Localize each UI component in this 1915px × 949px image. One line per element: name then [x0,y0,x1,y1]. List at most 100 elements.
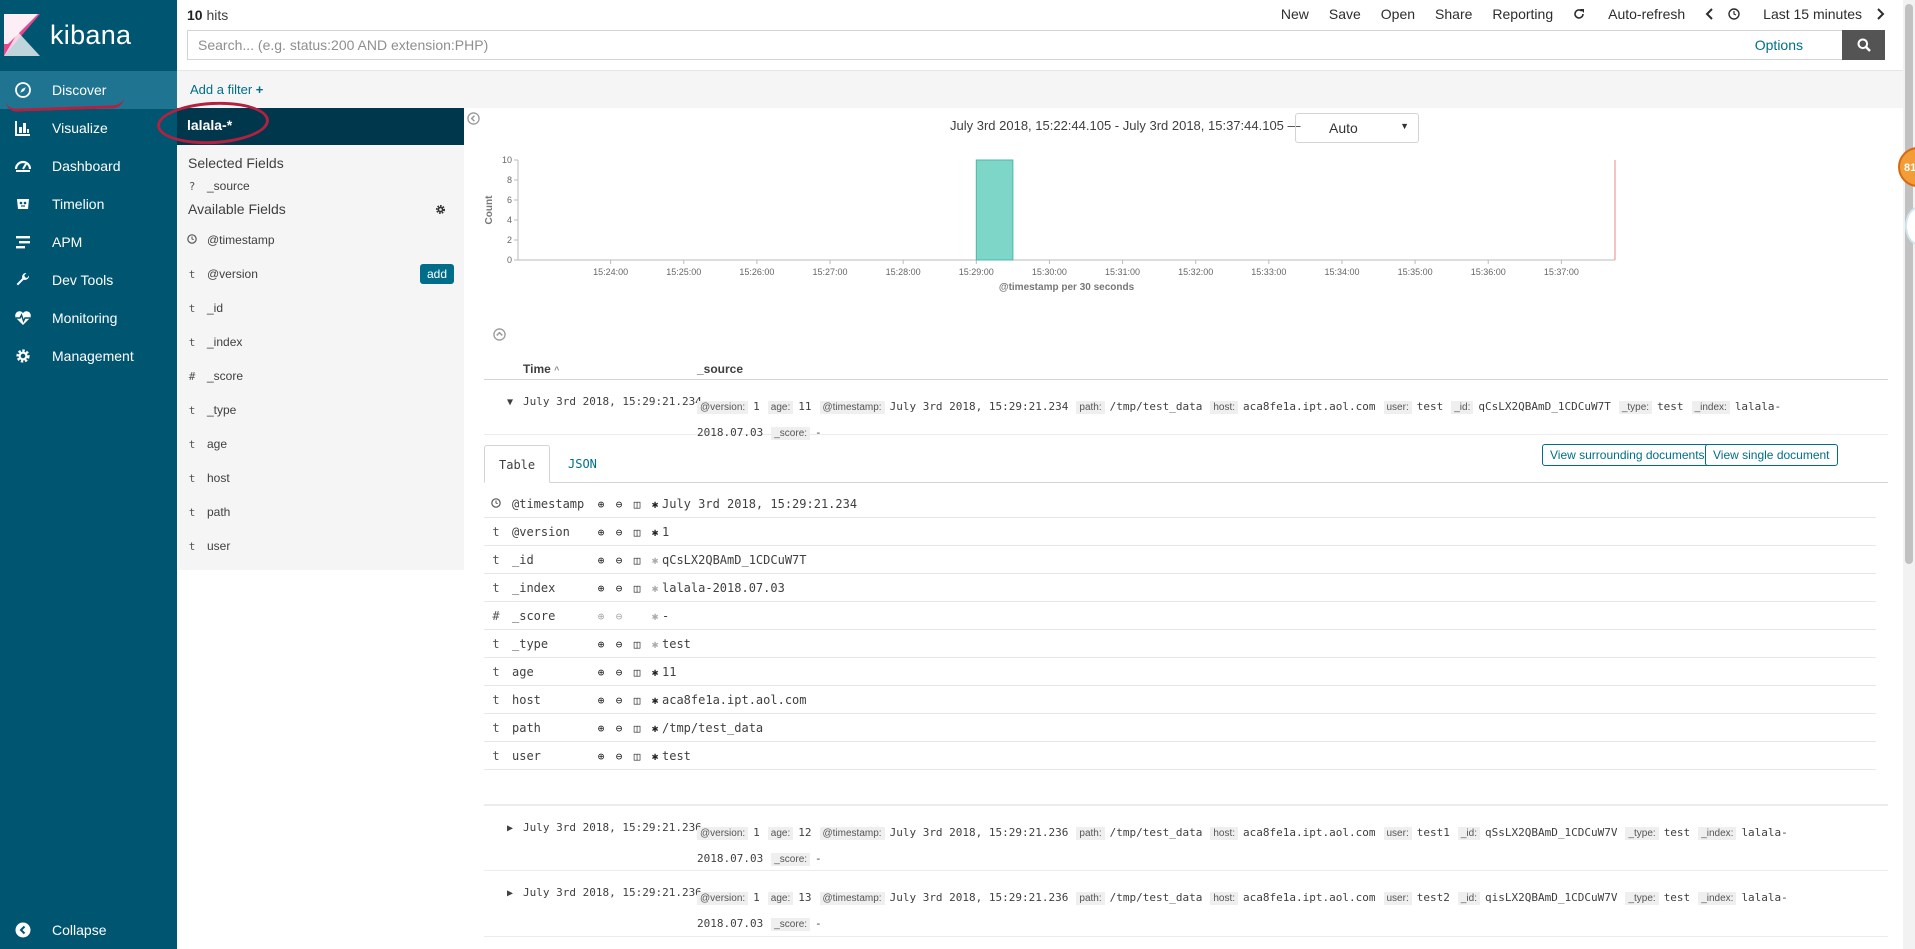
tab-table[interactable]: Table [484,445,551,483]
zoom-out-icon[interactable]: ⊖ [612,553,626,567]
zoom-in-icon[interactable]: ⊕ [594,665,608,679]
field-user[interactable]: t user [177,529,464,563]
zoom-in-icon[interactable]: ⊕ [594,749,608,763]
nav-item-management[interactable]: Management [0,337,177,375]
menu-auto-refresh[interactable]: Auto-refresh [1573,6,1685,22]
zoom-in-icon[interactable]: ⊕ [594,553,608,567]
field-age[interactable]: t age [177,427,464,461]
time-next-button[interactable] [1876,6,1885,22]
menu-open[interactable]: Open [1381,6,1415,22]
nav-item-apm[interactable]: APM [0,223,177,261]
toggle-column-icon[interactable]: ◫ [630,553,644,567]
field-type[interactable]: t _type [177,393,464,427]
nav-item-dashboard[interactable]: Dashboard [0,147,177,185]
index-pattern-selector[interactable]: lalala-* [155,99,464,147]
field-index[interactable]: t _index [177,325,464,359]
add-field-button[interactable]: add [419,264,454,284]
search-input[interactable] [187,30,1842,60]
toggle-column-icon[interactable]: ◫ [630,581,644,595]
zoom-in-icon[interactable]: ⊕ [594,497,608,511]
field-source[interactable]: ? _source [177,171,464,201]
gear-icon[interactable] [435,204,446,215]
exists-filter-icon[interactable]: ✱ [648,721,662,735]
histogram-bar[interactable] [975,159,1014,261]
view-surrounding-button[interactable]: View surrounding documents [1542,444,1713,466]
zoom-out-icon[interactable]: ⊖ [612,609,626,623]
exists-filter-icon[interactable]: ✱ [648,637,662,651]
toggle-column-icon[interactable]: ◫ [630,525,644,539]
toggle-column-icon[interactable]: ◫ [630,721,644,735]
toggle-column-icon[interactable]: ◫ [630,497,644,511]
zoom-out-icon[interactable]: ⊖ [612,637,626,651]
menu-save[interactable]: Save [1329,6,1361,22]
collapse-chart-button[interactable] [493,328,506,346]
table-row[interactable]: ▶ July 3rd 2018, 15:29:21.236 @version: 1… [484,871,1888,937]
caret-right-icon[interactable]: ▶ [507,888,513,899]
nav-item-monitoring[interactable]: Monitoring [0,299,177,337]
table-row[interactable]: ▶ July 3rd 2018, 15:29:21.236 @version: 1… [484,805,1888,871]
zoom-in-icon[interactable]: ⊕ [594,581,608,595]
time-picker[interactable]: Last 15 minutes [1728,6,1862,22]
available-fields-title: Available Fields [188,201,286,217]
toggle-column-icon[interactable]: ◫ [630,693,644,707]
table-row[interactable]: ▼ July 3rd 2018, 15:29:21.234 @version: 1… [484,380,1888,440]
exists-filter-icon[interactable]: ✱ [648,581,662,595]
zoom-out-icon[interactable]: ⊖ [612,721,626,735]
exists-filter-icon[interactable]: ✱ [648,553,662,567]
collapse-sidebar-button[interactable] [467,112,480,130]
toggle-column-icon[interactable]: ◫ [630,665,644,679]
exists-filter-icon[interactable]: ✱ [648,749,662,763]
zoom-out-icon[interactable]: ⊖ [612,497,626,511]
zoom-in-icon[interactable]: ⊕ [594,721,608,735]
exists-filter-icon[interactable]: ✱ [648,693,662,707]
field-host[interactable]: t host [177,461,464,495]
zoom-in-icon[interactable]: ⊕ [594,609,608,623]
field-version[interactable]: t @version add [177,257,464,291]
caret-down-icon[interactable]: ▼ [507,397,513,408]
nav-collapse[interactable]: Collapse [0,911,177,949]
zoom-out-icon[interactable]: ⊖ [612,693,626,707]
notification-badge[interactable]: 81 [1898,147,1915,187]
scrollbar-thumb[interactable] [1905,4,1913,564]
exists-filter-icon[interactable]: ✱ [648,609,662,623]
zoom-in-icon[interactable]: ⊕ [594,693,608,707]
field-id[interactable]: t _id [177,291,464,325]
zoom-out-icon[interactable]: ⊖ [612,525,626,539]
add-filter-button[interactable]: Add a filter + [190,82,263,97]
exists-filter-icon[interactable]: ✱ [648,525,662,539]
options-link[interactable]: Options [1755,37,1803,53]
time-prev-button[interactable] [1705,6,1714,22]
field-score[interactable]: # _score [177,359,464,393]
source-key: age: [767,892,794,905]
field-path[interactable]: t path [177,495,464,529]
detail-field-value: test [662,749,691,763]
nav-item-dev-tools[interactable]: Dev Tools [0,261,177,299]
page-scrollbar[interactable] [1903,0,1915,949]
field-timestamp[interactable]: @timestamp [177,223,464,257]
toggle-column-icon[interactable]: ◫ [630,749,644,763]
zoom-out-icon[interactable]: ⊖ [612,665,626,679]
column-header-time[interactable]: Time ^ [523,362,559,376]
tab-json[interactable]: JSON [554,445,611,483]
zoom-out-icon[interactable]: ⊖ [612,581,626,595]
menu-new[interactable]: New [1281,6,1309,22]
nav-item-visualize[interactable]: Visualize [0,109,177,147]
exists-filter-icon[interactable]: ✱ [648,497,662,511]
kibana-logo[interactable]: kibana [4,12,131,58]
zoom-out-icon[interactable]: ⊖ [612,749,626,763]
source-value: 1 [753,826,760,839]
histogram-chart[interactable]: 0 2 4 6 8 10 15:24:00 15:25:00 15:26:00 15:27:00 1… [484,156,1874,331]
search-button[interactable] [1842,30,1885,60]
source-key: _id: [1451,401,1474,414]
menu-share[interactable]: Share [1435,6,1472,22]
exists-filter-icon[interactable]: ✱ [648,665,662,679]
menu-reporting[interactable]: Reporting [1492,6,1553,22]
nav-item-timelion[interactable]: Timelion [0,185,177,223]
interval-select[interactable]: Auto ▼ [1295,113,1419,143]
toggle-column-icon[interactable]: ◫ [630,637,644,651]
clock-icon [1728,8,1740,20]
zoom-in-icon[interactable]: ⊕ [594,637,608,651]
view-single-button[interactable]: View single document [1705,444,1838,466]
zoom-in-icon[interactable]: ⊕ [594,525,608,539]
caret-right-icon[interactable]: ▶ [507,823,513,834]
